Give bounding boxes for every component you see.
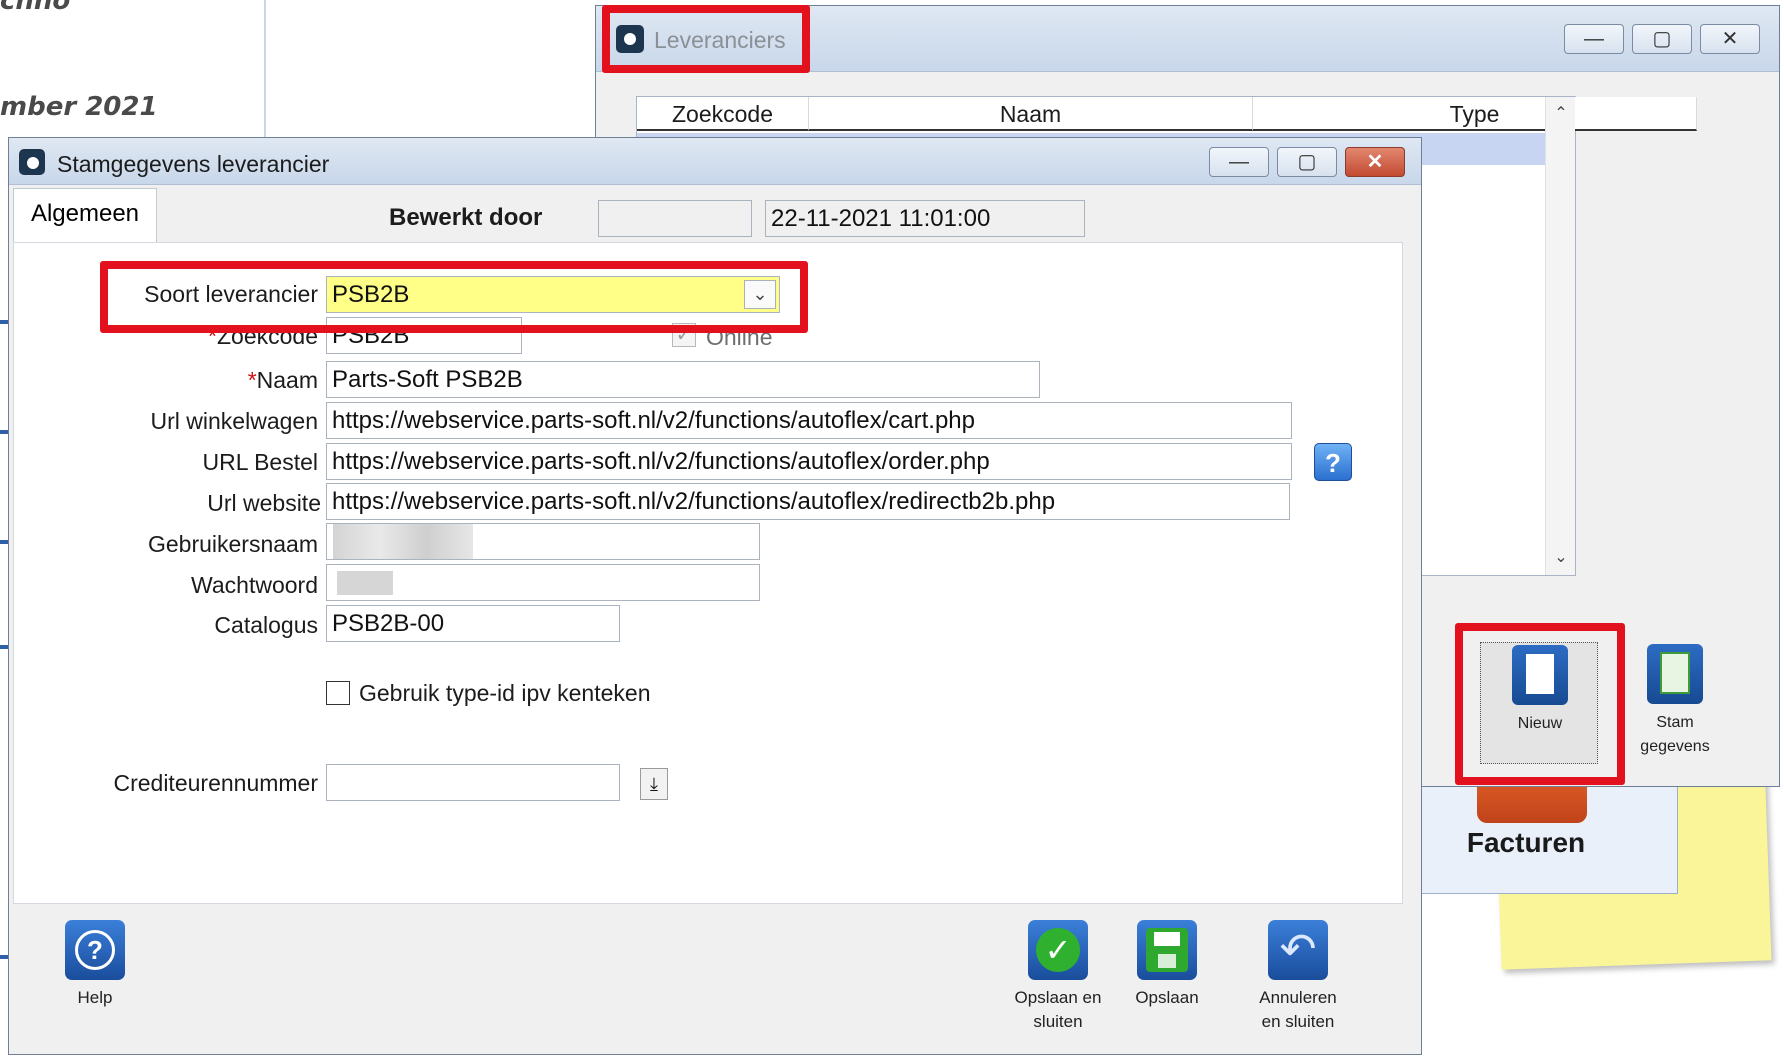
highlight-nieuw-button [1455,623,1625,785]
help-button[interactable]: ? Help [45,920,145,1010]
annuleren-label: Annuleren [1259,988,1337,1007]
stam-label: Stam [1656,714,1694,731]
highlight-soort-leverancier [100,261,808,333]
naam-label-text: Naam [256,367,318,393]
catalogus-field[interactable]: PSB2B-00 [326,605,620,642]
highlight-leveranciers-title [602,5,810,73]
crediteurennummer-field[interactable] [326,764,620,801]
stamgegevens-button[interactable]: Stam gegevens [1616,642,1734,764]
bewerkt-door-field [598,200,752,237]
download-arrow-icon[interactable]: ⤓ [640,768,668,800]
en-sluiten-label: en sluiten [1261,1012,1335,1031]
floppy-disk-icon [1137,920,1197,980]
gegevens-label: gegevens [1640,738,1710,755]
help-icon: ? [65,920,125,980]
datasheet-icon [1647,644,1703,704]
column-header-zoekcode[interactable]: Zoekcode [637,97,809,131]
background-link-marker [0,430,8,434]
gebruikersnaam-label: Gebruikersnaam [147,531,318,557]
background-link-marker [0,320,8,324]
vertical-scrollbar[interactable]: ⌃ ⌄ [1545,97,1575,575]
catalogus-label: Catalogus [214,612,318,638]
background-link-marker [0,540,8,544]
algemeen-panel: Soort leverancier PSB2B ⌄ *Zoekcode PSB2… [13,242,1403,904]
background-divider [264,0,266,140]
url-website-label: Url website [207,490,321,516]
stam-titlebar: Stamgegevens leverancier — ▢ ✕ [9,138,1421,185]
annuleren-en-sluiten-button[interactable]: ↶ Annuleren en sluiten [1243,920,1353,1034]
scroll-up-icon[interactable]: ⌃ [1546,103,1576,123]
opslaan-label: Opslaan [1135,988,1199,1007]
opslaan-en-sluiten-button[interactable]: ✓ Opslaan en sluiten [1003,920,1113,1034]
timestamp-field: 22-11-2021 11:01:00 [765,200,1085,237]
wachtwoord-field[interactable] [326,564,760,601]
redacted-username [333,524,473,559]
bewerkt-door-label: Bewerkt door [389,204,543,231]
type-id-checkbox[interactable] [326,681,350,705]
maximize-icon[interactable]: ▢ [1632,24,1692,54]
wachtwoord-label: Wachtwoord [191,572,318,598]
gebruikersnaam-field[interactable] [326,523,760,560]
undo-arrow-icon: ↶ [1268,920,1328,980]
url-website-field[interactable]: https://webservice.parts-soft.nl/v2/func… [326,483,1290,520]
background-text-top: cnno [0,0,71,16]
url-bestel-field[interactable]: https://webservice.parts-soft.nl/v2/func… [326,443,1292,480]
type-id-label: Gebruik type-id ipv kenteken [359,680,651,706]
maximize-icon[interactable]: ▢ [1277,147,1337,177]
background-date-text: mber 2021 [0,92,158,122]
naam-label: *Naam [247,367,318,393]
opslaan-button[interactable]: Opslaan [1117,920,1217,1010]
column-header-type[interactable]: Type [1253,97,1697,131]
redacted-password [337,571,393,595]
help-label: Help [77,988,113,1007]
save-close-icon: ✓ [1028,920,1088,980]
url-bestel-label: URL Bestel [202,449,318,475]
url-winkelwagen-field[interactable]: https://webservice.parts-soft.nl/v2/func… [326,402,1292,439]
minimize-icon[interactable]: — [1209,147,1269,177]
sluiten-label: sluiten [1033,1012,1083,1031]
close-icon[interactable]: ✕ [1345,147,1405,177]
close-icon[interactable]: ✕ [1700,24,1760,54]
column-header-naam[interactable]: Naam [809,97,1253,131]
scroll-down-icon[interactable]: ⌄ [1546,547,1576,567]
naam-field[interactable]: Parts-Soft PSB2B [326,361,1040,398]
help-question-icon[interactable]: ? [1314,443,1352,481]
url-winkelwagen-label: Url winkelwagen [150,408,318,434]
tab-algemeen[interactable]: Algemeen [13,188,157,243]
background-link-marker [0,645,8,649]
stam-title: Stamgegevens leverancier [57,151,330,177]
facturen-label: Facturen [1466,827,1586,858]
crediteurennummer-label: Crediteurennummer [113,770,318,796]
app-logo-icon [19,149,45,175]
background-link-marker [0,955,8,959]
opslaan-en-label: Opslaan en [1014,988,1102,1007]
minimize-icon[interactable]: — [1564,24,1624,54]
